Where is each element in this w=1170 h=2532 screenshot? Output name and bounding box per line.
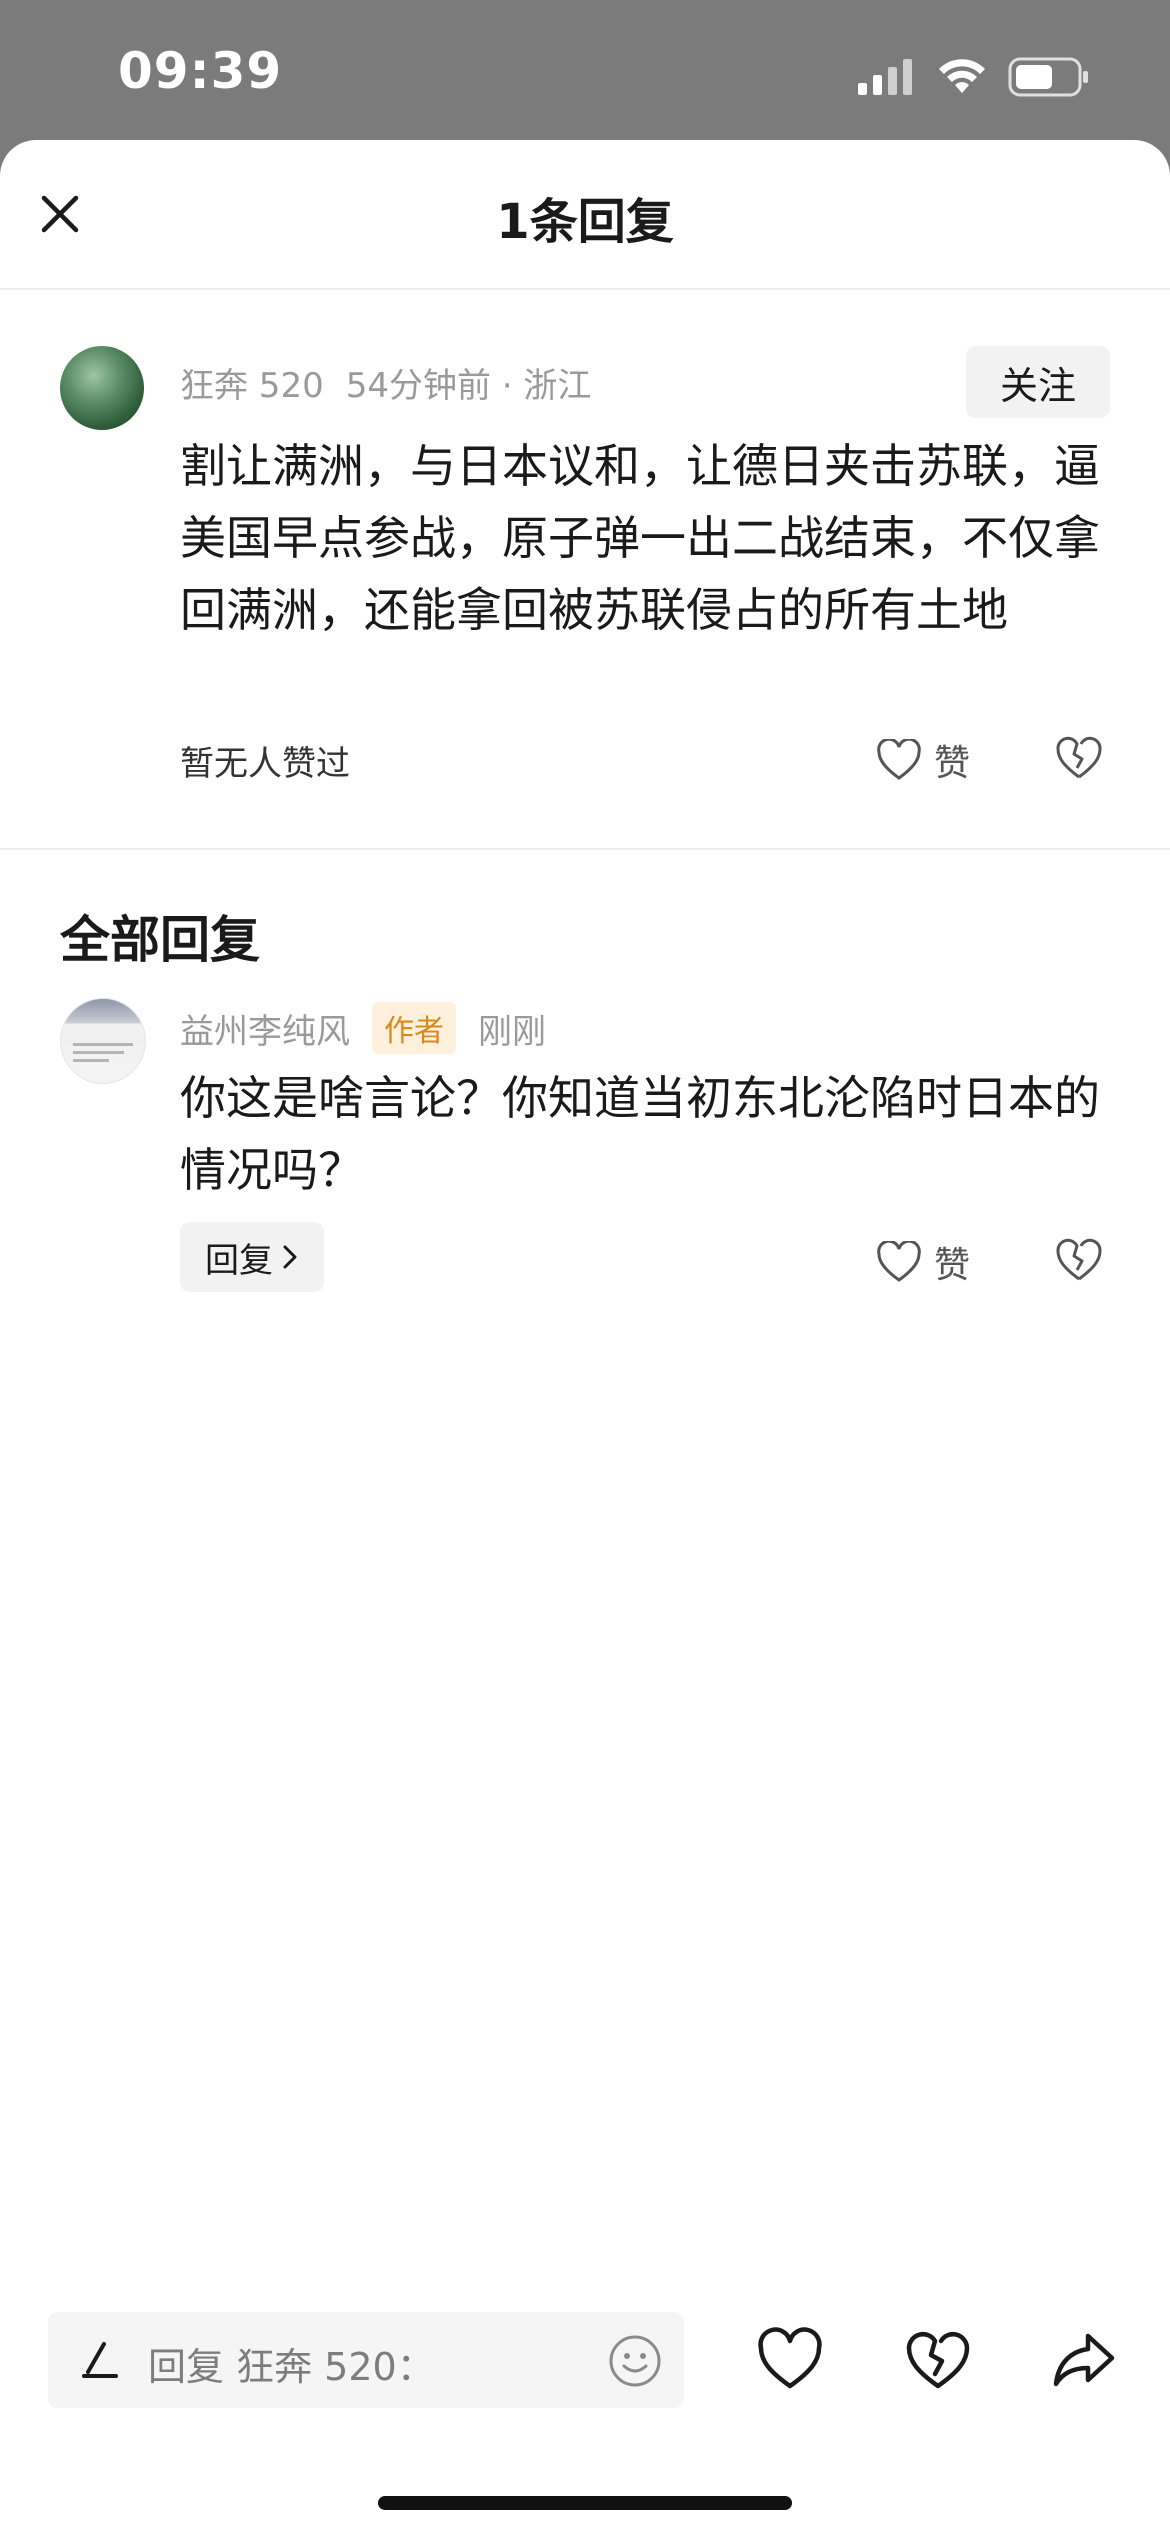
- main-comment-username[interactable]: 狂奔 520: [180, 358, 324, 407]
- reply-button[interactable]: 回复: [180, 1222, 324, 1292]
- reply-like-button[interactable]: 赞: [876, 1236, 970, 1288]
- main-comment-body: 割让满洲，与日本议和，让德日夹击苏联，逼美国早点参战，原子弹一出二战结束，不仅拿…: [180, 439, 1100, 637]
- broken-heart-icon[interactable]: [1055, 734, 1103, 782]
- reply-username[interactable]: 益州李纯风: [180, 1004, 350, 1053]
- meta-separator: ·: [501, 366, 513, 406]
- chevron-right-icon: [283, 1245, 297, 1269]
- reply-input-placeholder: 回复 狂奔 520：: [148, 2345, 435, 2389]
- time-ago: 54分钟前: [345, 366, 491, 406]
- cellular-signal-icon: [858, 59, 912, 95]
- share-icon[interactable]: [1050, 2326, 1118, 2394]
- status-icons: [858, 55, 1090, 99]
- replies-sheet: 1条回复 狂奔 520 54分钟前 · 浙江 关注 割让满洲，与日本议和，让德日…: [0, 140, 1170, 2532]
- status-time: 09:39: [118, 42, 283, 100]
- broken-heart-icon[interactable]: [904, 2326, 972, 2394]
- like-label: 赞: [934, 743, 971, 784]
- sheet-header: 1条回复: [0, 140, 1170, 290]
- main-comment-meta: 狂奔 520 54分钟前 · 浙江: [180, 358, 591, 407]
- status-bar: 09:39: [0, 0, 1170, 140]
- avatar[interactable]: [60, 998, 146, 1084]
- pen-icon: [82, 2342, 118, 2378]
- sheet-title: 1条回复: [496, 194, 674, 250]
- reply-button-label: 回复: [205, 1240, 273, 1281]
- wifi-icon: [939, 59, 985, 93]
- emoji-icon[interactable]: [608, 2334, 662, 2388]
- main-comment-like-button[interactable]: 赞: [876, 734, 970, 786]
- all-replies-title: 全部回复: [60, 911, 260, 969]
- follow-button[interactable]: 关注: [966, 346, 1110, 418]
- likes-status: 暂无人赞过: [180, 744, 350, 784]
- reply-body: 你这是啥言论？你知道当初东北沦陷时日本的情况吗？: [180, 1071, 1100, 1197]
- reply-input[interactable]: 回复 狂奔 520：: [48, 2312, 684, 2408]
- heart-outline-icon: [877, 739, 921, 780]
- home-indicator: [378, 2496, 792, 2510]
- like-label: 赞: [934, 1245, 971, 1286]
- avatar[interactable]: [60, 346, 144, 430]
- heart-outline-icon: [877, 1241, 921, 1282]
- main-comment-time: 54分钟前 · 浙江: [346, 358, 592, 407]
- author-badge: 作者: [372, 1002, 456, 1054]
- broken-heart-icon[interactable]: [1055, 1236, 1103, 1284]
- battery-icon: [1008, 57, 1088, 97]
- location: 浙江: [523, 366, 592, 406]
- avatar-image-lines: [73, 1043, 133, 1067]
- reply-meta: 益州李纯风 作者 刚刚: [180, 1002, 546, 1054]
- section-divider: [0, 848, 1170, 850]
- reply-time: 刚刚: [478, 1011, 546, 1052]
- heart-icon[interactable]: [756, 2326, 824, 2394]
